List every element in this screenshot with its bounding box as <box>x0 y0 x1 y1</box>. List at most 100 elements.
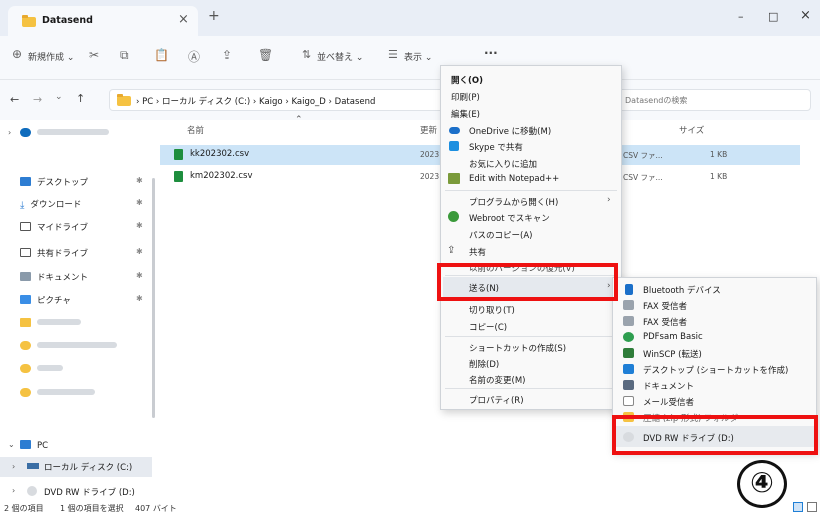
breadcrumb-datasend[interactable]: Datasend <box>335 97 376 107</box>
new-tab-button[interactable]: + <box>208 8 220 24</box>
paste-icon[interactable]: 📋 <box>154 48 169 62</box>
menu-separator <box>445 336 617 337</box>
redacted-label <box>37 389 95 395</box>
sidebar-item-local-disk[interactable]: › ローカル ディスク (C:) <box>0 457 152 477</box>
item-count: 2 個の項目 <box>4 504 44 513</box>
sidebar-item-shared-drive[interactable]: 共有ドライブ <box>20 247 88 259</box>
up-icon[interactable]: ↑ <box>76 92 85 105</box>
expand-chevron-icon[interactable]: › <box>12 486 15 495</box>
file-name: kk202302.csv <box>190 149 250 159</box>
breadcrumb-kaigo[interactable]: Kaigo <box>259 97 283 107</box>
sidebar-item-desktop[interactable]: デスクトップ <box>20 176 88 188</box>
local-disk-label: ローカル ディスク (C:) <box>44 463 133 473</box>
submenu-item-fax-2[interactable]: FAX 受信者 <box>643 316 687 328</box>
menu-item-open[interactable]: 開く(O) <box>451 74 483 86</box>
breadcrumb-local-disk[interactable]: ローカル ディスク (C:) <box>162 97 250 107</box>
pin-icon: ✱ <box>136 294 143 303</box>
desktop-icon <box>20 177 31 186</box>
sidebar-item-my-drive[interactable]: マイドライブ <box>20 221 88 233</box>
menu-item-create-shortcut[interactable]: ショートカットの作成(S) <box>469 342 566 354</box>
rename-icon[interactable]: Ⓐ <box>188 48 200 65</box>
menu-item-rename[interactable]: 名前の変更(M) <box>469 374 525 386</box>
view-icon: ☰ <box>388 48 398 61</box>
drive-icon <box>20 222 31 231</box>
menu-item-properties[interactable]: プロパティ(R) <box>469 394 524 406</box>
sidebar-item-redacted[interactable] <box>20 364 63 375</box>
submenu-item-documents[interactable]: ドキュメント <box>643 380 694 392</box>
notepad-icon <box>448 173 460 184</box>
pin-icon: ✱ <box>136 198 143 207</box>
close-button[interactable]: × <box>800 8 811 23</box>
delete-icon[interactable]: 🗑 <box>258 48 273 62</box>
maximize-button[interactable]: □ <box>768 10 778 23</box>
tab-datasend[interactable]: Datasend × <box>8 6 198 36</box>
user-folder-icon <box>20 388 31 397</box>
back-icon[interactable]: ← <box>10 93 19 106</box>
sort-button[interactable]: 並べ替え ⌄ <box>317 50 363 63</box>
folder-icon <box>22 15 36 27</box>
tab-close-icon[interactable]: × <box>178 12 189 27</box>
redacted-label <box>37 319 81 325</box>
menu-item-notepad[interactable]: Edit with Notepad++ <box>469 174 559 184</box>
forward-icon[interactable]: → <box>33 93 42 106</box>
view-button[interactable]: 表示 ⌄ <box>404 50 432 63</box>
sidebar-item-pc[interactable]: PC <box>20 440 48 451</box>
more-button[interactable]: ··· <box>484 46 498 60</box>
skype-icon <box>449 141 459 151</box>
details-view-icon[interactable] <box>793 502 803 512</box>
history-chevron-icon[interactable]: ⌄ <box>55 92 63 102</box>
menu-item-copy[interactable]: コピー(C) <box>469 321 507 333</box>
submenu-item-pdfsam[interactable]: PDFsam Basic <box>643 332 703 342</box>
csv-file-icon <box>174 149 183 160</box>
column-header-modified[interactable]: 更新 <box>420 124 437 136</box>
breadcrumb-pc[interactable]: PC <box>142 97 153 107</box>
pin-icon: ✱ <box>136 247 143 256</box>
tab-title: Datasend <box>42 15 93 26</box>
submenu-item-winscp[interactable]: WinSCP (転送) <box>643 348 702 360</box>
address-row: ← → ⌄ ↑ › PC › ローカル ディスク (C:) › Kaigo › … <box>0 80 820 120</box>
sidebar-item-downloads[interactable]: ⤓ ダウンロード <box>20 198 81 211</box>
menu-item-share[interactable]: 共有 <box>469 246 486 258</box>
cut-icon[interactable]: ✂ <box>89 48 99 62</box>
sidebar-item-redacted[interactable] <box>20 388 95 399</box>
copy-icon[interactable]: ⧉ <box>120 48 129 63</box>
submenu-item-fax[interactable]: FAX 受信者 <box>643 300 687 312</box>
onedrive-item[interactable] <box>20 128 109 139</box>
column-header-name[interactable]: 名前 <box>187 124 204 136</box>
nav-scrollbar[interactable] <box>152 178 155 418</box>
menu-item-print[interactable]: 印刷(P) <box>451 91 480 103</box>
pc-icon <box>20 440 31 449</box>
onedrive-icon <box>449 127 460 134</box>
chevron-down-icon[interactable]: ⌄ <box>8 440 15 449</box>
column-header-size[interactable]: サイズ <box>679 124 704 136</box>
submenu-item-bluetooth[interactable]: Bluetooth デバイス <box>643 284 721 296</box>
minimize-button[interactable]: – <box>738 10 744 23</box>
menu-item-cut[interactable]: 切り取り(T) <box>469 304 515 316</box>
sidebar-item-redacted[interactable] <box>20 318 81 329</box>
menu-item-favorites[interactable]: お気に入りに追加 <box>469 158 537 170</box>
menu-item-webroot[interactable]: Webroot でスキャン <box>469 212 550 224</box>
tiles-view-icon[interactable] <box>807 502 817 512</box>
menu-item-skype[interactable]: Skype で共有 <box>469 141 523 153</box>
breadcrumb-kaigo-d[interactable]: Kaigo_D <box>291 97 325 107</box>
sidebar-item-pictures[interactable]: ピクチャ <box>20 294 71 306</box>
menu-item-open-with[interactable]: プログラムから開く(H) <box>469 196 558 208</box>
submenu-item-desktop[interactable]: デスクトップ (ショートカットを作成) <box>643 364 788 376</box>
menu-item-onedrive[interactable]: OneDrive に移動(M) <box>469 125 551 137</box>
submenu-item-mail[interactable]: メール受信者 <box>643 396 694 408</box>
sidebar-item-redacted[interactable] <box>20 341 117 352</box>
menu-item-delete[interactable]: 削除(D) <box>469 358 499 370</box>
share-icon[interactable]: ⇪ <box>222 48 232 62</box>
expand-chevron-icon[interactable]: › <box>12 462 15 471</box>
dvd-highlight-box <box>612 415 818 455</box>
context-menu: 開く(O) 印刷(P) 編集(E) OneDrive に移動(M) Skype … <box>440 65 622 410</box>
menu-item-copy-path[interactable]: パスのコピー(A) <box>469 229 532 241</box>
expand-chevron-icon[interactable]: › <box>8 128 11 137</box>
search-box[interactable]: Datasendの検索 <box>615 89 811 111</box>
folder-icon <box>20 318 31 327</box>
menu-item-edit[interactable]: 編集(E) <box>451 108 480 120</box>
file-size: 1 KB <box>710 172 728 181</box>
sidebar-item-documents[interactable]: ドキュメント <box>20 271 88 283</box>
sidebar-item-dvd[interactable]: DVD RW ドライブ (D:) <box>44 486 135 498</box>
new-button[interactable]: 新規作成 ⌄ <box>28 50 74 63</box>
